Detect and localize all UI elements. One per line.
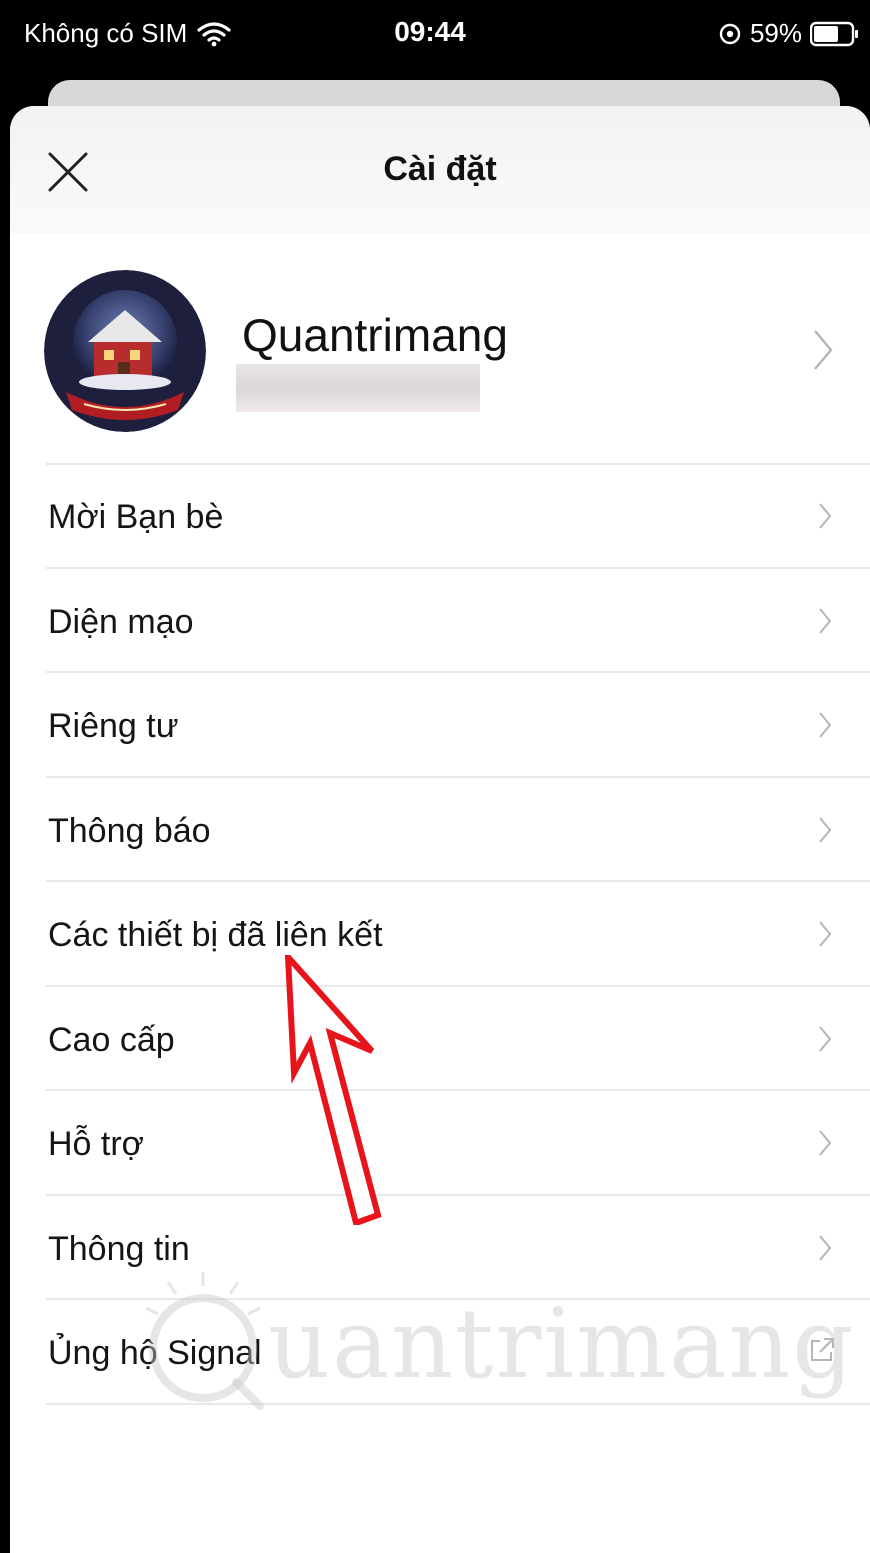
- menu-item-donate-signal[interactable]: Ủng hộ Signal: [10, 1300, 870, 1405]
- menu-item-invite-friends[interactable]: Mời Bạn bè: [10, 464, 870, 569]
- menu-item-privacy[interactable]: Riêng tư: [10, 673, 870, 778]
- menu-item-appearance[interactable]: Diện mạo: [10, 569, 870, 673]
- menu-item-label: Hỗ trợ: [48, 1125, 144, 1163]
- page-title: Cài đặt: [383, 150, 497, 188]
- menu-item-about[interactable]: Thông tin: [10, 1196, 870, 1300]
- screen: Không có SIM 09:44 59% Cài đặt Quantrima…: [0, 0, 870, 1553]
- chevron-right-icon: [819, 1234, 832, 1261]
- chevron-right-icon: [819, 503, 832, 529]
- profile-name: Quantrimang: [242, 309, 508, 361]
- menu-item-label: Ủng hộ Signal: [48, 1334, 262, 1372]
- settings-sheet: Cài đặt Quantrimang Mời Bạn bè Diện mạo …: [10, 106, 870, 1553]
- menu-item-label: Thông báo: [48, 811, 211, 850]
- status-bar: Không có SIM 09:44 59%: [0, 0, 870, 80]
- chevron-right-icon: [819, 921, 832, 947]
- battery-percent: 59%: [749, 18, 802, 48]
- annotation-arrow-icon: [284, 955, 382, 1225]
- menu-item-linked-devices[interactable]: Các thiết bị đã liên kết: [10, 882, 870, 987]
- chevron-right-icon: [819, 1130, 832, 1156]
- external-link-icon: [811, 1338, 834, 1361]
- battery-icon: [810, 21, 858, 46]
- sheet-header: Cài đặt: [10, 106, 870, 234]
- menu-item-label: Riêng tư: [48, 707, 179, 745]
- menu-item-notifications[interactable]: Thông báo: [10, 778, 870, 882]
- chevron-right-icon: [819, 816, 832, 843]
- menu-item-label: Mời Bạn bè: [48, 498, 224, 536]
- menu-item-label: Thông tin: [48, 1229, 190, 1268]
- avatar: [44, 270, 206, 432]
- menu-item-advanced[interactable]: Cao cấp: [10, 987, 870, 1091]
- chevron-right-icon: [819, 1025, 832, 1052]
- menu-item-label: Diện mạo: [48, 602, 194, 641]
- chevron-right-icon: [819, 607, 832, 634]
- menu-item-label: Cao cấp: [48, 1020, 175, 1059]
- divider: [46, 1402, 870, 1405]
- status-right: 59%: [718, 18, 860, 49]
- chevron-right-icon: [819, 712, 832, 738]
- redacted-phone-number: [236, 364, 480, 412]
- alarm-icon: [719, 23, 741, 44]
- profile-row[interactable]: Quantrimang: [10, 266, 870, 464]
- settings-menu: Mời Bạn bè Diện mạo Riêng tư Thông báo C: [10, 464, 870, 1405]
- menu-item-label: Các thiết bị đã liên kết: [48, 916, 383, 954]
- chevron-right-icon: [814, 330, 833, 370]
- menu-item-help[interactable]: Hỗ trợ: [10, 1091, 870, 1196]
